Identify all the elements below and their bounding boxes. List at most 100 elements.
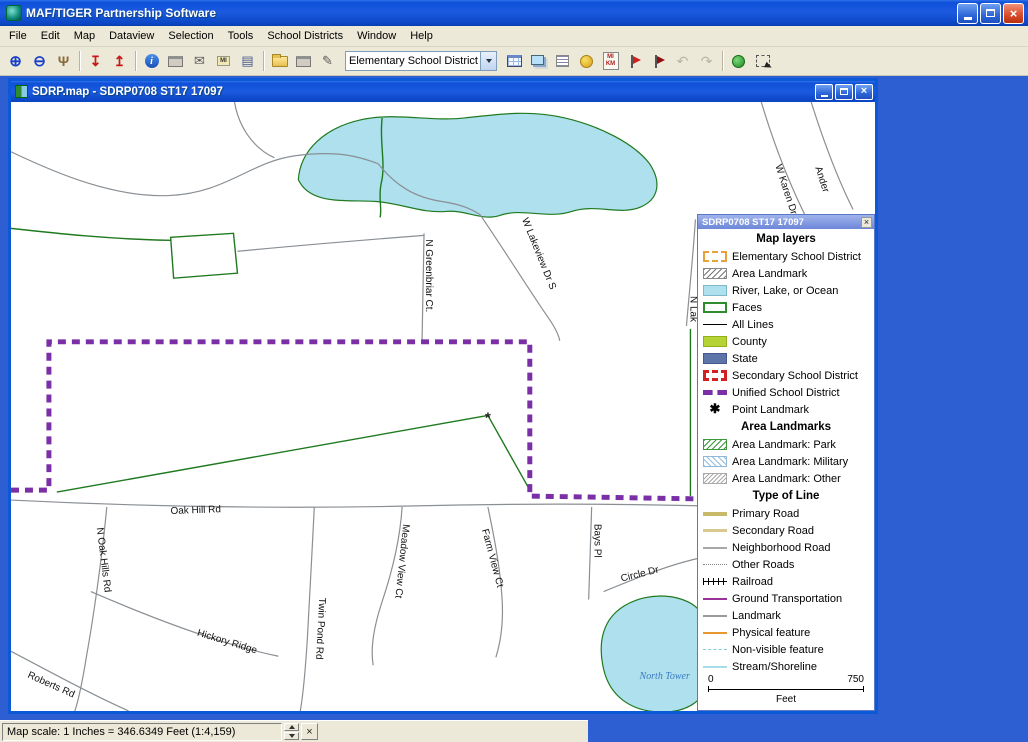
legend-item-label: Stream/Shoreline [732, 661, 817, 673]
point-swatch: ✱ [703, 403, 727, 416]
toolbar-separator [722, 51, 723, 71]
scale-spin-down-button[interactable] [284, 732, 299, 740]
legend-body: Map layersElementary School DistrictArea… [698, 229, 874, 672]
legend-title: SDRP0708 ST17 17097 [702, 217, 861, 228]
flag-button[interactable] [623, 50, 646, 72]
envelope-icon: ✉ [194, 53, 205, 69]
printer-small-icon [168, 56, 183, 67]
map-minimize-button[interactable] [815, 84, 833, 100]
scale-max: 750 [847, 674, 864, 685]
globe-button[interactable] [575, 50, 598, 72]
pan-hand-button[interactable]: Ψ [52, 50, 75, 72]
open-folder-button[interactable] [268, 50, 291, 72]
close-icon: × [1010, 7, 1018, 20]
map-canvas[interactable]: * N Greenbriar Ct.W Lakeview Dr SOak Hil… [11, 102, 875, 711]
menu-window[interactable]: Window [350, 27, 403, 45]
pencil-button[interactable]: ✎ [316, 50, 339, 72]
menu-edit[interactable]: Edit [34, 27, 67, 45]
road-label: Farm View Ct [479, 528, 505, 589]
menu-file[interactable]: File [2, 27, 34, 45]
legend-item: Other Roads [698, 556, 874, 573]
menu-dataview[interactable]: Dataview [102, 27, 161, 45]
military-swatch [703, 456, 727, 467]
redo-button[interactable]: ↷ [695, 50, 718, 72]
mi-km-button[interactable]: MI KM [599, 50, 622, 72]
menu-help[interactable]: Help [403, 27, 440, 45]
export-arrow-button[interactable]: ↥ [108, 50, 131, 72]
physical-swatch [703, 632, 727, 634]
minimize-button[interactable] [957, 3, 978, 24]
printer-small-button[interactable] [164, 50, 187, 72]
scale-line [708, 686, 864, 692]
state-swatch [703, 353, 727, 364]
restore-icon [840, 88, 848, 95]
menu-map[interactable]: Map [67, 27, 102, 45]
mi-km-icon: MI KM [603, 52, 619, 69]
chevron-down-icon[interactable] [480, 52, 496, 70]
status-bar: Map scale: 1 Inches = 346.6349 Feet (1:4… [0, 720, 588, 742]
window-controls: × [957, 3, 1024, 24]
zoom-out-icon: ⊖ [33, 52, 46, 70]
legend-title-bar[interactable]: SDRP0708 ST17 17097 × [698, 215, 874, 229]
ruler-button[interactable]: MI [212, 50, 235, 72]
undo-button[interactable]: ↶ [671, 50, 694, 72]
school-district-dropdown[interactable]: Elementary School District [345, 51, 497, 71]
road-label: Oak Hill Rd [170, 504, 221, 517]
select-box-button[interactable] [751, 50, 774, 72]
minimize-icon [821, 95, 828, 97]
legend-item: Faces [698, 299, 874, 316]
map-close-button[interactable]: × [855, 84, 873, 100]
list-button[interactable] [551, 50, 574, 72]
legend-item: Landmark [698, 607, 874, 624]
road-label: Hickory Ridge [196, 628, 259, 657]
menu-selection[interactable]: Selection [161, 27, 220, 45]
legend-item-label: Landmark [732, 610, 781, 622]
info-button[interactable]: i [140, 50, 163, 72]
map-window-title: SDRP.map - SDRP0708 ST17 17097 [32, 86, 815, 98]
area-landmark-swatch [703, 268, 727, 279]
dropdown-value: Elementary School District [349, 55, 480, 67]
scale-spin-up-button[interactable] [284, 723, 299, 731]
legend-item: Stream/Shoreline [698, 658, 874, 672]
landmark-line-swatch [703, 615, 727, 617]
import-arrow-button[interactable]: ↧ [84, 50, 107, 72]
legend-item: Area Landmark [698, 265, 874, 282]
road-label: Meadow View Ct [392, 524, 411, 599]
legend-item-label: Ground Transportation [732, 593, 842, 605]
elementary-swatch [703, 251, 727, 262]
legend-close-button[interactable]: × [861, 217, 872, 228]
scale-numbers: 0 750 [708, 674, 864, 685]
scale-unit: Feet [708, 694, 864, 705]
envelope-button[interactable]: ✉ [188, 50, 211, 72]
toolbar-separator [263, 51, 264, 71]
menu-school-districts[interactable]: School Districts [260, 27, 350, 45]
map-restore-button[interactable] [835, 84, 853, 100]
table-button[interactable] [503, 50, 526, 72]
unified-swatch [703, 390, 727, 395]
add-point-button[interactable] [727, 50, 750, 72]
print-button[interactable] [292, 50, 315, 72]
zoom-out-button[interactable]: ⊖ [28, 50, 51, 72]
legend-item-label: Area Landmark [732, 268, 807, 280]
scale-bar-close-button[interactable]: × [301, 723, 318, 740]
report-button[interactable]: ▤ [236, 50, 259, 72]
minimize-icon [964, 17, 972, 20]
menu-tools[interactable]: Tools [221, 27, 261, 45]
close-icon: × [306, 726, 312, 738]
flag-x-button[interactable] [647, 50, 670, 72]
legend-item: Unified School District [698, 384, 874, 401]
other-roads-swatch [703, 564, 727, 565]
secondary-swatch [703, 370, 727, 381]
layers-button[interactable] [527, 50, 550, 72]
open-folder-icon [272, 56, 288, 67]
road-label: Circle Dr [620, 564, 661, 584]
toolbar: ⊕ ⊖ Ψ ↧↥ i ✉ MI▤ ✎ Elementary School District MI … [0, 47, 1028, 76]
map-window-title-bar[interactable]: SDRP.map - SDRP0708 ST17 17097 × [11, 81, 875, 102]
legend-item: State [698, 350, 874, 367]
close-button[interactable]: × [1003, 3, 1024, 24]
title-bar: MAF/TIGER Partnership Software × [0, 0, 1028, 26]
maximize-button[interactable] [980, 3, 1001, 24]
legend-item-label: Non-visible feature [732, 644, 824, 656]
zoom-in-button[interactable]: ⊕ [4, 50, 27, 72]
legend-item-label: Unified School District [732, 387, 840, 399]
